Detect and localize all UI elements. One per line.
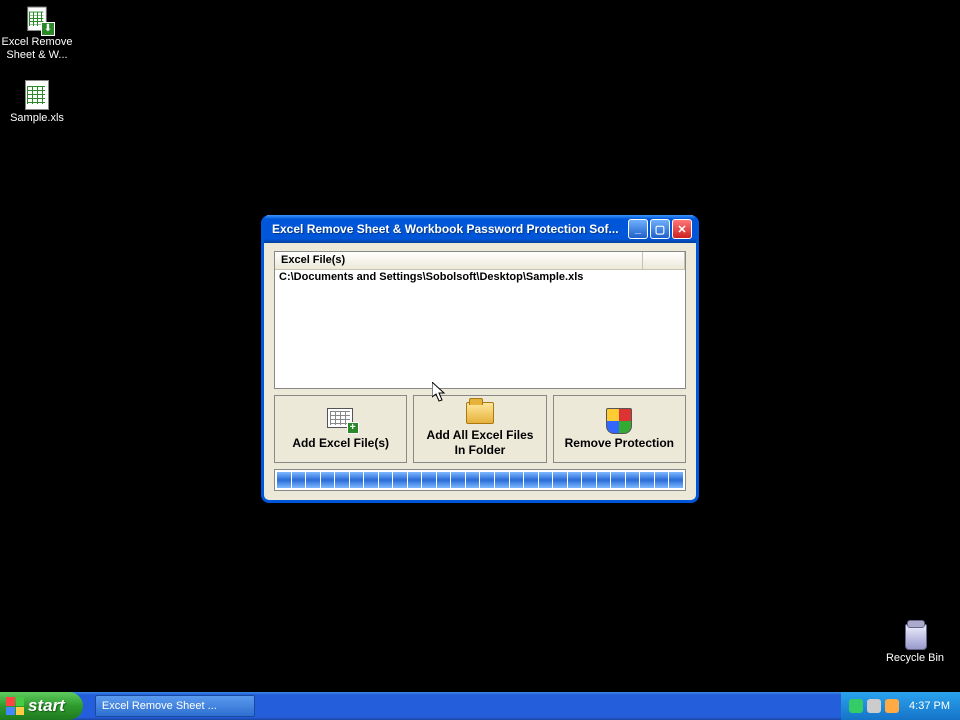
file-list[interactable]: Excel File(s) C:\Documents and Settings\… <box>274 251 686 389</box>
desktop-icon-label: Recycle Bin <box>878 652 952 665</box>
button-label: Add All Excel Files In Folder <box>427 428 534 458</box>
add-folder-button[interactable]: Add All Excel Files In Folder <box>413 395 546 463</box>
clock[interactable]: 4:37 PM <box>909 700 950 712</box>
taskbar: start Excel Remove Sheet ... 4:37 PM <box>0 692 960 720</box>
button-label: Add Excel File(s) <box>292 436 389 451</box>
windows-logo-icon <box>6 697 24 715</box>
app-window: Excel Remove Sheet & Workbook Password P… <box>261 215 699 503</box>
tray-icon[interactable] <box>885 699 899 713</box>
desktop-icon-label: Sample.xls <box>0 112 74 125</box>
minimize-icon: _ <box>635 223 641 235</box>
maximize-button[interactable]: ▢ <box>650 219 670 239</box>
unlock-shield-icon <box>605 408 633 432</box>
maximize-icon: ▢ <box>655 223 665 236</box>
minimize-button[interactable]: _ <box>628 219 648 239</box>
remove-protection-button[interactable]: Remove Protection <box>553 395 686 463</box>
column-header-files[interactable]: Excel File(s) <box>275 252 643 269</box>
add-excel-files-button[interactable]: + Add Excel File(s) <box>274 395 407 463</box>
desktop-icon-label: Excel Remove Sheet & W... <box>0 36 74 62</box>
button-label: Remove Protection <box>565 436 674 451</box>
window-title: Excel Remove Sheet & Workbook Password P… <box>272 222 626 236</box>
system-tray[interactable]: 4:37 PM <box>841 692 960 720</box>
start-label: start <box>28 696 65 716</box>
titlebar[interactable]: Excel Remove Sheet & Workbook Password P… <box>264 215 696 243</box>
folder-icon <box>466 400 494 424</box>
xls-icon <box>21 78 53 110</box>
tray-icon[interactable] <box>867 699 881 713</box>
taskbar-item-label: Excel Remove Sheet ... <box>102 700 217 712</box>
desktop-icon-recycle[interactable]: Recycle Bin <box>878 618 952 665</box>
close-icon: ✕ <box>677 223 686 236</box>
taskbar-item-app[interactable]: Excel Remove Sheet ... <box>95 695 255 717</box>
start-button[interactable]: start <box>0 692 83 720</box>
progress-bar <box>274 469 686 491</box>
spreadsheet-add-icon: + <box>327 408 355 432</box>
app-icon: ⬇ <box>21 2 53 34</box>
file-row[interactable]: C:\Documents and Settings\Sobolsoft\Desk… <box>275 270 685 284</box>
file-list-header: Excel File(s) <box>275 252 685 270</box>
close-button[interactable]: ✕ <box>672 219 692 239</box>
desktop-icon-sample[interactable]: Sample.xls <box>0 78 74 125</box>
desktop-icon-app[interactable]: ⬇ Excel Remove Sheet & W... <box>0 2 74 62</box>
recycle-bin-icon <box>899 618 931 650</box>
tray-icon[interactable] <box>849 699 863 713</box>
column-header-blank[interactable] <box>643 252 685 269</box>
